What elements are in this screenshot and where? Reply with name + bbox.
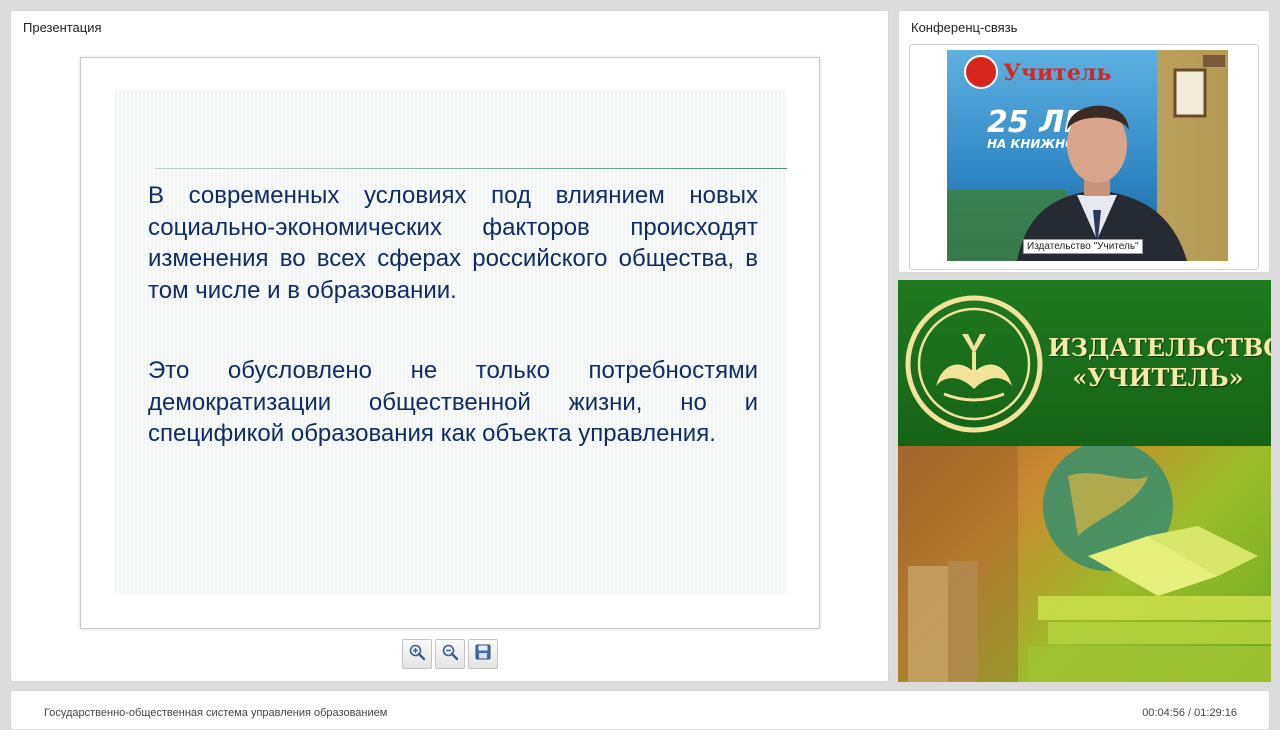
slide-paragraph-1: В современных условиях под влиянием новы… [148,182,758,304]
video-caption: Издательство "Учитель" [1023,239,1143,254]
zoom-out-button[interactable] [435,639,465,669]
banner-title-line-1: ИЗДАТЕЛЬСТВО [1048,333,1271,362]
player-footer: Государственно-общественная система упра… [10,690,1270,730]
slide: В современных условиях под влиянием новы… [80,57,820,629]
slide-toolbar [402,639,498,669]
banner-title: ИЗДАТЕЛЬСТВО «УЧИТЕЛЬ» [1048,333,1271,393]
slide-content: В современных условиях под влиянием новы… [115,90,787,594]
course-title: Государственно-общественная система упра… [44,707,388,719]
slide-paragraph-2: Это обусловлено не только потребностями … [148,357,758,447]
publisher-logo-icon [904,294,1044,439]
presentation-panel: Презентация В современных условиях под в… [10,10,889,682]
zoom-in-button[interactable] [402,639,432,669]
save-icon [474,643,492,666]
banner-image [898,441,1271,682]
books-globe-image [898,441,1271,682]
banner-header: ИЗДАТЕЛЬСТВО «УЧИТЕЛЬ» [898,280,1271,446]
video-frame: Учитель 25 ЛЕ НА КНИЖНОМ Издательство "У… [909,44,1259,270]
banner-title-line-2: «УЧИТЕЛЬ» [1072,363,1244,392]
poster-brand: Учитель [1003,60,1111,86]
conference-panel: Конференц-связь Учитель 25 ЛЕ НА КНИЖНОМ… [898,10,1270,273]
playback-time: 00:04:56 / 01:29:16 [1142,707,1237,719]
video-scene: Учитель 25 ЛЕ НА КНИЖНОМ [947,50,1228,261]
save-button[interactable] [468,639,498,669]
zoom-in-icon [408,643,426,666]
publisher-banner: ИЗДАТЕЛЬСТВО «УЧИТЕЛЬ» [898,280,1271,682]
presentation-title: Презентация [23,20,102,35]
conference-title: Конференц-связь [911,20,1018,35]
slide-divider [155,168,787,169]
webcam-video[interactable]: Учитель 25 ЛЕ НА КНИЖНОМ Издательство "У… [947,50,1228,261]
zoom-out-icon [441,643,459,666]
